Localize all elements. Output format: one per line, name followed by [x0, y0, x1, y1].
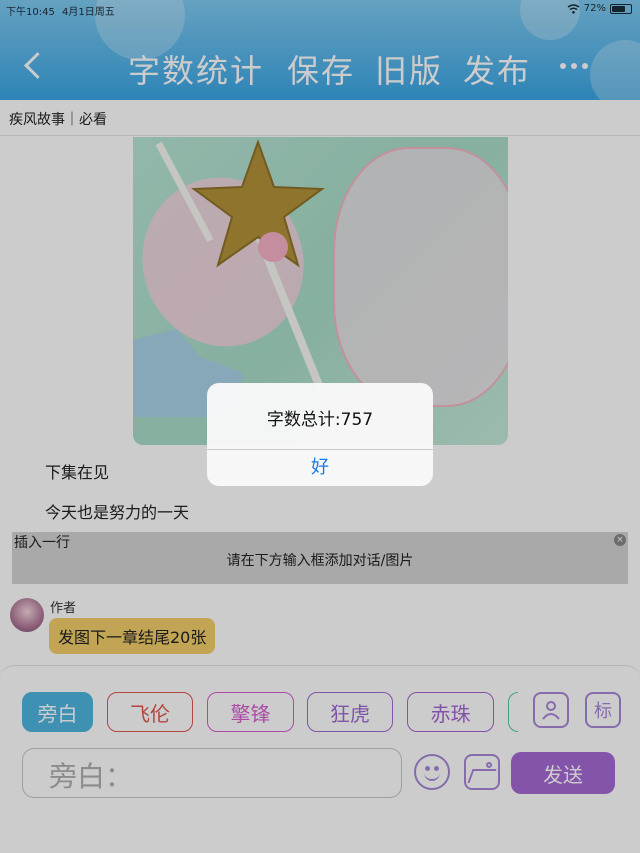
dialog-ok-button[interactable]: 好 [207, 450, 433, 486]
dialog-message: 字数总计:757 [266, 410, 374, 430]
word-count-dialog: 字数总计:757 好 [207, 383, 433, 486]
